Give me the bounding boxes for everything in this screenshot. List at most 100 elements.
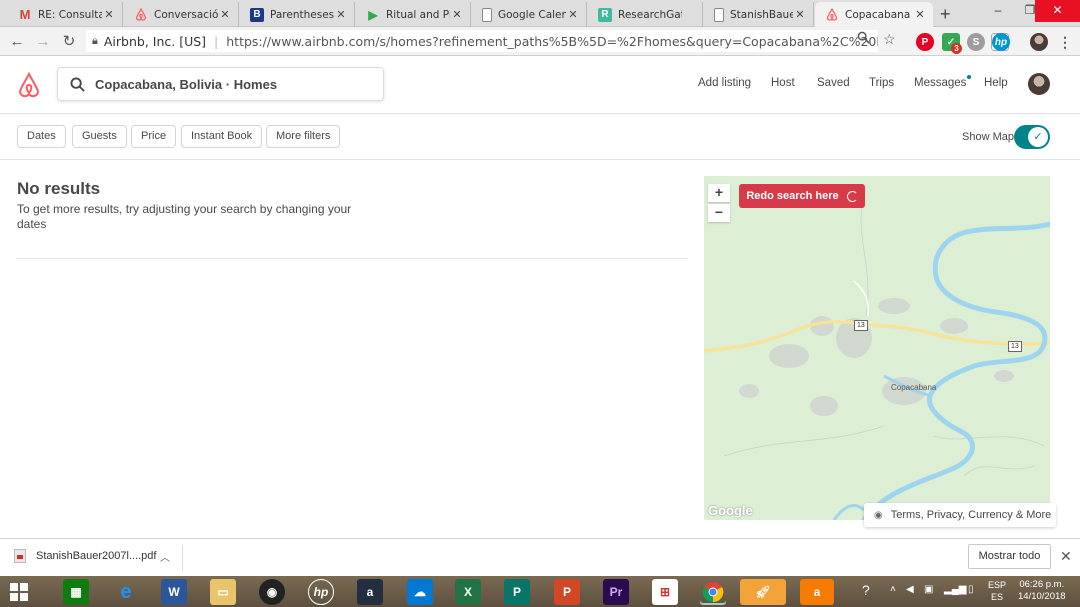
tab-stanishbauer[interactable]: StanishBauer20 ✕ — [704, 2, 814, 27]
filter-price-button[interactable]: Price — [131, 125, 177, 148]
hp-icon[interactable]: hp — [308, 579, 334, 605]
nav-messages-label: Messages — [914, 77, 967, 89]
airbnb-header: Copacabana, Bolivia · Homes Add listing … — [0, 57, 1080, 114]
tab-researchgate[interactable]: R ResearchGate — [588, 2, 703, 27]
onedrive-icon[interactable]: ☁ — [407, 579, 433, 605]
profile-avatar-icon[interactable] — [1030, 33, 1048, 51]
filter-guests-button[interactable]: Guests — [72, 125, 127, 148]
minimize-button[interactable]: – — [980, 0, 1016, 22]
address-bar[interactable]: 🔒︎ Airbnb, Inc. [US] | https://www.airbn… — [86, 30, 878, 52]
map-canvas — [704, 176, 1050, 520]
notification-badge: 3 — [951, 43, 962, 54]
close-download-bar-icon[interactable]: ✕ — [1060, 548, 1072, 565]
word-icon[interactable]: W — [161, 579, 187, 605]
search-page-icon[interactable] — [857, 31, 870, 47]
search-query: Copacabana, Bolivia · Homes — [95, 76, 278, 92]
internet-explorer-icon[interactable]: e — [113, 579, 139, 605]
redo-search-button[interactable]: Redo search here — [739, 184, 865, 208]
download-bar: StanishBauer2007l....pdf ︿ Mostrar todo … — [0, 538, 1080, 576]
pinterest-icon[interactable]: P — [916, 33, 934, 51]
store-icon[interactable]: ▦ — [63, 579, 89, 605]
menu-dots-icon[interactable]: ⋮ — [1056, 33, 1074, 51]
powerpoint-icon[interactable]: P — [554, 579, 580, 605]
filter-instant-book-button[interactable]: Instant Book — [181, 125, 263, 148]
avatar[interactable] — [1028, 73, 1050, 95]
search-input[interactable]: Copacabana, Bolivia · Homes — [57, 67, 384, 101]
filter-dates-button[interactable]: Dates — [17, 125, 66, 148]
battery-icon[interactable]: ▯ — [968, 584, 974, 595]
chevron-up-icon[interactable]: ︿ — [160, 549, 170, 564]
search-icon — [70, 76, 85, 92]
back-icon[interactable]: ← — [4, 33, 30, 50]
new-tab-button[interactable]: + — [940, 4, 951, 25]
zoom-in-button[interactable]: + — [708, 184, 730, 202]
close-tab-icon[interactable]: ✕ — [913, 8, 927, 21]
tab-gmail[interactable]: M RE: Consulta so ✕ — [8, 2, 123, 27]
close-window-button[interactable]: ✕ — [1035, 0, 1080, 22]
close-tab-icon[interactable]: ✕ — [793, 8, 807, 21]
bookmark-star-icon[interactable]: ☆ — [883, 31, 896, 48]
nav-saved[interactable]: Saved — [817, 77, 850, 89]
globe-icon: ◉ — [874, 509, 883, 521]
document-icon — [714, 7, 724, 22]
skype-icon[interactable]: S — [967, 33, 985, 51]
language-indicator[interactable]: ESP ES — [988, 579, 1006, 603]
reload-icon[interactable]: ↻ — [56, 32, 82, 50]
download-item[interactable]: StanishBauer2007l....pdf — [14, 549, 156, 563]
grid-app-icon[interactable]: ⊞ — [652, 579, 678, 605]
help-icon[interactable]: ? — [862, 582, 870, 598]
forward-icon[interactable]: → — [30, 33, 56, 50]
system-clock[interactable]: 06:26 p.m. 14/10/2018 — [1018, 579, 1066, 603]
avast-icon[interactable]: a — [800, 579, 834, 605]
zoom-out-button[interactable]: − — [708, 204, 730, 222]
terms-privacy-button[interactable]: ◉ Terms, Privacy, Currency & More — [864, 503, 1056, 527]
nav-trips[interactable]: Trips — [869, 77, 894, 89]
url-text[interactable]: https://www.airbnb.com/s/homes?refinemen… — [226, 34, 878, 49]
close-tab-icon[interactable]: ✕ — [566, 8, 580, 21]
tab-ritual[interactable]: ▶ Ritual and Pilgr ✕ — [356, 2, 471, 27]
language-sub: ES — [991, 592, 1004, 602]
rocket-app-icon[interactable]: 🚀︎ — [740, 579, 786, 605]
close-tab-icon[interactable]: ✕ — [218, 8, 232, 21]
nav-help[interactable]: Help — [984, 77, 1008, 89]
publisher-icon[interactable]: P — [504, 579, 530, 605]
media-icon[interactable]: ◉ — [259, 579, 285, 605]
tab-title: ResearchGate — [618, 8, 682, 21]
tab-airbnb-conversation[interactable]: Conversación c ✕ — [124, 2, 239, 27]
filter-bar: Dates Guests Price Instant Book More fil… — [0, 114, 1080, 160]
airbnb-logo-icon[interactable] — [17, 71, 41, 99]
tab-copacabana-active[interactable]: Copacabana – A ✕ — [815, 2, 933, 27]
close-tab-icon[interactable]: ✕ — [102, 8, 116, 21]
lock-icon: 🔒︎ — [92, 34, 98, 47]
media-tray-icon[interactable]: ▣ — [924, 584, 933, 595]
tab-title: Parentheses Ca — [270, 8, 334, 21]
close-tab-icon[interactable]: ✕ — [334, 8, 348, 21]
premiere-icon[interactable]: Pr — [603, 579, 629, 605]
nav-host[interactable]: Host — [771, 77, 795, 89]
researchgate-icon: R — [598, 7, 612, 22]
network-icon[interactable]: ▂▄▆ — [944, 584, 966, 595]
amazon-icon[interactable]: a — [357, 579, 383, 605]
show-hidden-icons-chevron-icon[interactable]: ˄ — [890, 584, 896, 595]
hp-icon[interactable]: hp — [992, 33, 1010, 51]
tab-google-calendar[interactable]: Google Calenda ✕ — [472, 2, 587, 27]
file-explorer-icon[interactable]: ▭ — [210, 579, 236, 605]
tab-title: Google Calenda — [498, 8, 566, 21]
nav-add-listing[interactable]: Add listing — [698, 77, 751, 89]
nav-messages[interactable]: Messages — [914, 75, 972, 89]
volume-icon[interactable]: ◀ — [906, 584, 914, 595]
unread-dot — [967, 75, 972, 79]
more-filters-button[interactable]: More filters — [266, 125, 341, 148]
windows-start-icon[interactable] — [6, 579, 32, 605]
tab-title: Copacabana – A — [845, 8, 913, 21]
map[interactable] — [704, 176, 1050, 520]
tab-parentheses[interactable]: B Parentheses Ca ✕ — [240, 2, 355, 27]
clock-time: 06:26 p.m. — [1019, 579, 1065, 590]
airbnb-icon — [825, 8, 839, 22]
show-map-toggle[interactable]: ✓ — [1014, 125, 1050, 149]
show-all-downloads-button[interactable]: Mostrar todo — [968, 544, 1051, 569]
chrome-icon[interactable] — [700, 579, 726, 605]
bookmark-b-icon: B — [250, 7, 264, 22]
close-tab-icon[interactable]: ✕ — [450, 8, 464, 21]
excel-icon[interactable]: X — [455, 579, 481, 605]
